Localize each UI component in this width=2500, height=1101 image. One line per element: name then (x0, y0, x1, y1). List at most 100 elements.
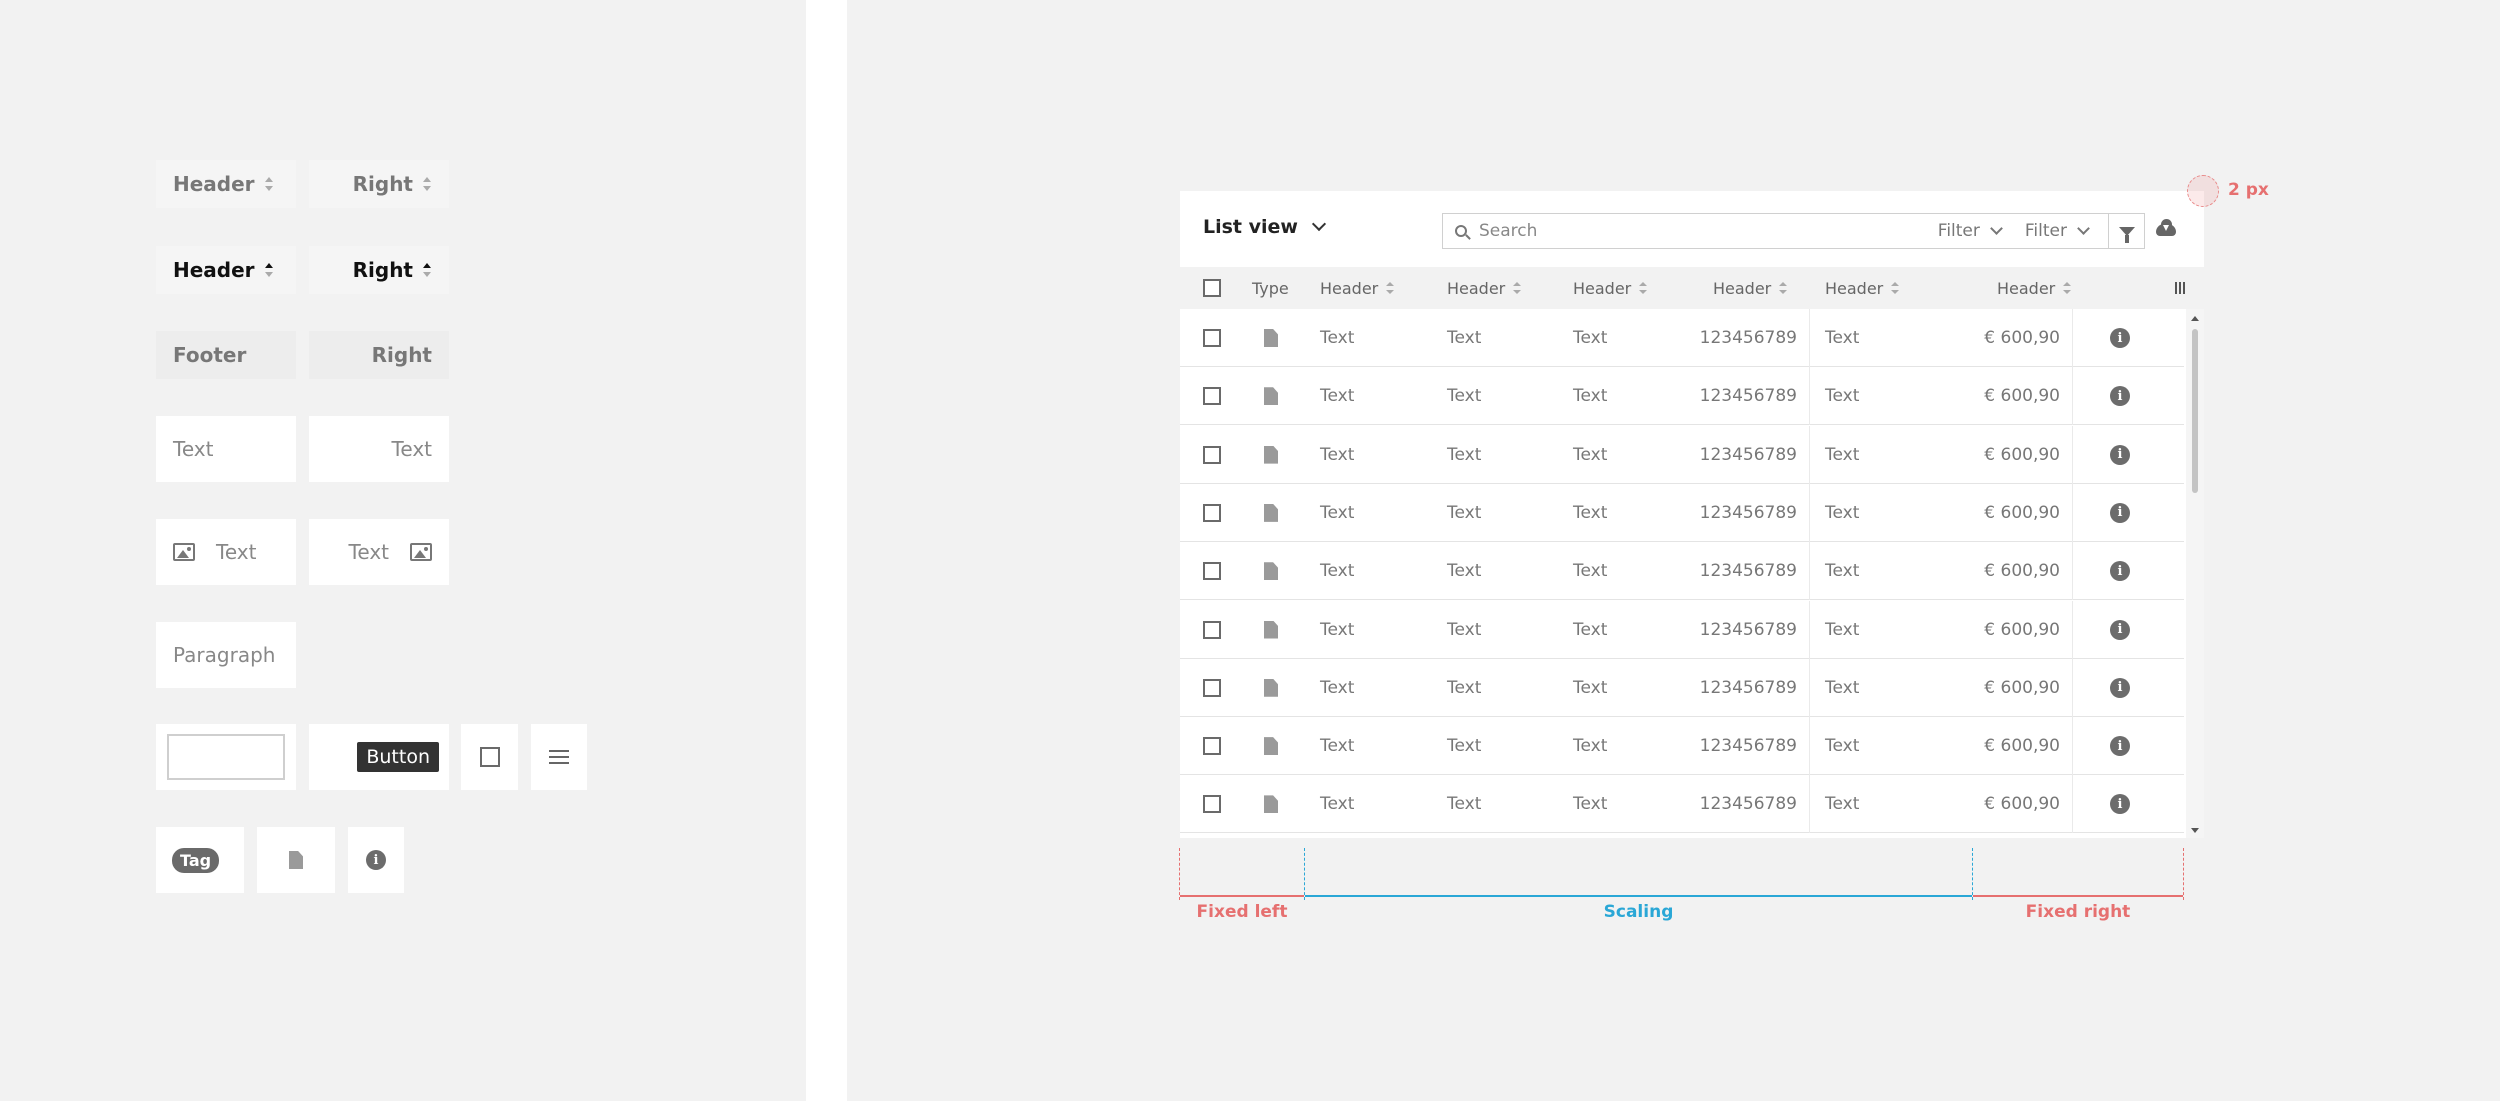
info-icon[interactable]: i (2110, 328, 2130, 348)
sort-icon (2063, 282, 2072, 294)
document-icon (1264, 387, 1278, 406)
table-cell: Text (1320, 677, 1355, 698)
table-cell: Text (1320, 736, 1355, 757)
scroll-down-arrow[interactable] (2191, 828, 2199, 833)
filter-dropdown-2[interactable]: Filter (2025, 221, 2090, 241)
number-cell: 123456789 (1699, 502, 1797, 523)
table-row[interactable]: Text Text Text 123456789 Text € 600,90 i (1180, 367, 2184, 426)
table-row[interactable]: Text Text Text 123456789 Text € 600,90 i (1180, 542, 2184, 601)
select-all-checkbox[interactable] (1203, 279, 1221, 297)
info-icon[interactable]: i (2110, 794, 2130, 815)
table-row[interactable]: Text Text Text 123456789 Text € 600,90 i (1180, 483, 2184, 542)
document-icon (1264, 795, 1278, 814)
type-cell (1264, 426, 1278, 484)
checkbox-cell-sample (461, 724, 518, 790)
fixed-left-measure (1180, 895, 1304, 897)
checkbox[interactable] (479, 747, 500, 767)
header-right-cell-active-sample[interactable]: Right (309, 246, 449, 294)
column-header-6[interactable]: Header (1997, 267, 2072, 309)
info-icon[interactable]: i (2110, 677, 2130, 698)
header-cell-sample[interactable]: Header (156, 160, 296, 208)
info-cell-sample: i (348, 827, 404, 893)
table-cell: Text (1825, 619, 1860, 640)
table-row[interactable]: Text Text Text 123456789 Text € 600,90 i (1180, 658, 2184, 717)
filter-dropdown-1[interactable]: Filter (1938, 221, 2003, 241)
row-checkbox[interactable] (1203, 445, 1221, 464)
chevron-down-icon (1990, 221, 2003, 235)
info-icon[interactable]: i (2110, 561, 2130, 582)
row-checkbox[interactable] (1203, 795, 1221, 814)
table-cell: Text (1447, 561, 1482, 582)
amount-cell: € 600,90 (1984, 561, 2060, 582)
table-cell: Text (1573, 502, 1608, 523)
amount-cell: € 600,90 (1984, 386, 2060, 407)
table-cell: Text (1320, 794, 1355, 815)
border-marker (2187, 175, 2219, 207)
table-row[interactable]: Text Text Text 123456789 Text € 600,90 i (1180, 600, 2184, 659)
number-cell: 123456789 (1699, 444, 1797, 465)
scaling-measure (1305, 895, 1972, 897)
text-input[interactable] (167, 734, 285, 780)
column-header-4[interactable]: Header (1713, 267, 1788, 309)
menu-icon[interactable] (549, 750, 569, 752)
column-label: Header (1447, 278, 1506, 298)
type-cell (1264, 484, 1278, 542)
column-header-2[interactable]: Header (1447, 267, 1522, 309)
row-checkbox[interactable] (1203, 503, 1221, 522)
table-row[interactable]: Text Text Text 123456789 Text € 600,90 i (1180, 425, 2184, 484)
scroll-thumb[interactable] (2192, 329, 2198, 493)
header-cell-active-sample[interactable]: Header (156, 246, 296, 294)
sample-button[interactable]: Button (357, 742, 439, 772)
table-cell: Text (1573, 736, 1608, 757)
column-settings-button[interactable] (2175, 267, 2185, 309)
column-header-3[interactable]: Header (1573, 267, 1648, 309)
row-checkbox-cell (1203, 601, 1221, 659)
number-cell: 123456789 (1699, 619, 1797, 640)
table-row[interactable]: Text Text Text 123456789 Text € 600,90 i (1180, 309, 2184, 367)
list-view-dropdown[interactable]: List view (1203, 216, 1327, 238)
table-row[interactable]: Text Text Text 123456789 Text € 600,90 i (1180, 717, 2184, 776)
text-right-label: Text (391, 437, 432, 461)
info-icon[interactable]: i (2110, 736, 2130, 757)
row-checkbox[interactable] (1203, 678, 1221, 697)
table-cell: Text (1320, 386, 1355, 407)
row-checkbox[interactable] (1203, 329, 1221, 347)
row-checkbox-cell (1203, 717, 1221, 775)
download-button[interactable] (2156, 219, 2178, 237)
number-cell: 123456789 (1699, 386, 1797, 407)
filter-button[interactable] (2108, 214, 2144, 248)
row-checkbox-cell (1203, 542, 1221, 600)
info-icon[interactable]: i (366, 850, 386, 870)
header-right-cell-sample[interactable]: Right (309, 160, 449, 208)
column-header-5[interactable]: Header (1825, 267, 1900, 309)
table-row[interactable]: Text Text Text 123456789 Text € 600,90 i (1180, 775, 2184, 833)
search-input[interactable]: Search (1479, 221, 1938, 241)
search-icon (1455, 225, 1467, 237)
vertical-scrollbar[interactable] (2186, 309, 2204, 838)
text-label: Text (216, 540, 257, 564)
panel-divider (806, 0, 847, 1101)
column-header-1[interactable]: Header (1320, 267, 1395, 309)
footer-cell-sample: Footer (156, 331, 296, 379)
column-label: Header (1320, 278, 1379, 298)
table-cell: Text (1573, 386, 1608, 407)
info-icon[interactable]: i (2110, 619, 2130, 640)
scroll-up-arrow[interactable] (2191, 316, 2199, 321)
header-label: Header (173, 172, 255, 196)
row-checkbox[interactable] (1203, 620, 1221, 639)
row-checkbox[interactable] (1203, 737, 1221, 756)
table-cell: Text (1320, 619, 1355, 640)
column-header-type[interactable]: Type (1252, 267, 1289, 309)
fixed-right-label: Fixed right (2025, 902, 2131, 922)
paragraph-label: Paragraph (173, 643, 276, 667)
table-cell: Text (1825, 502, 1860, 523)
info-icon[interactable]: i (2110, 502, 2130, 523)
row-checkbox[interactable] (1203, 562, 1221, 581)
info-icon[interactable]: i (2110, 444, 2130, 465)
document-icon (1264, 329, 1278, 347)
column-label: Header (1825, 278, 1884, 298)
row-checkbox[interactable] (1203, 387, 1221, 406)
sort-icon (1779, 282, 1788, 294)
info-icon[interactable]: i (2110, 386, 2130, 407)
footer-right-cell-sample: Right (309, 331, 449, 379)
